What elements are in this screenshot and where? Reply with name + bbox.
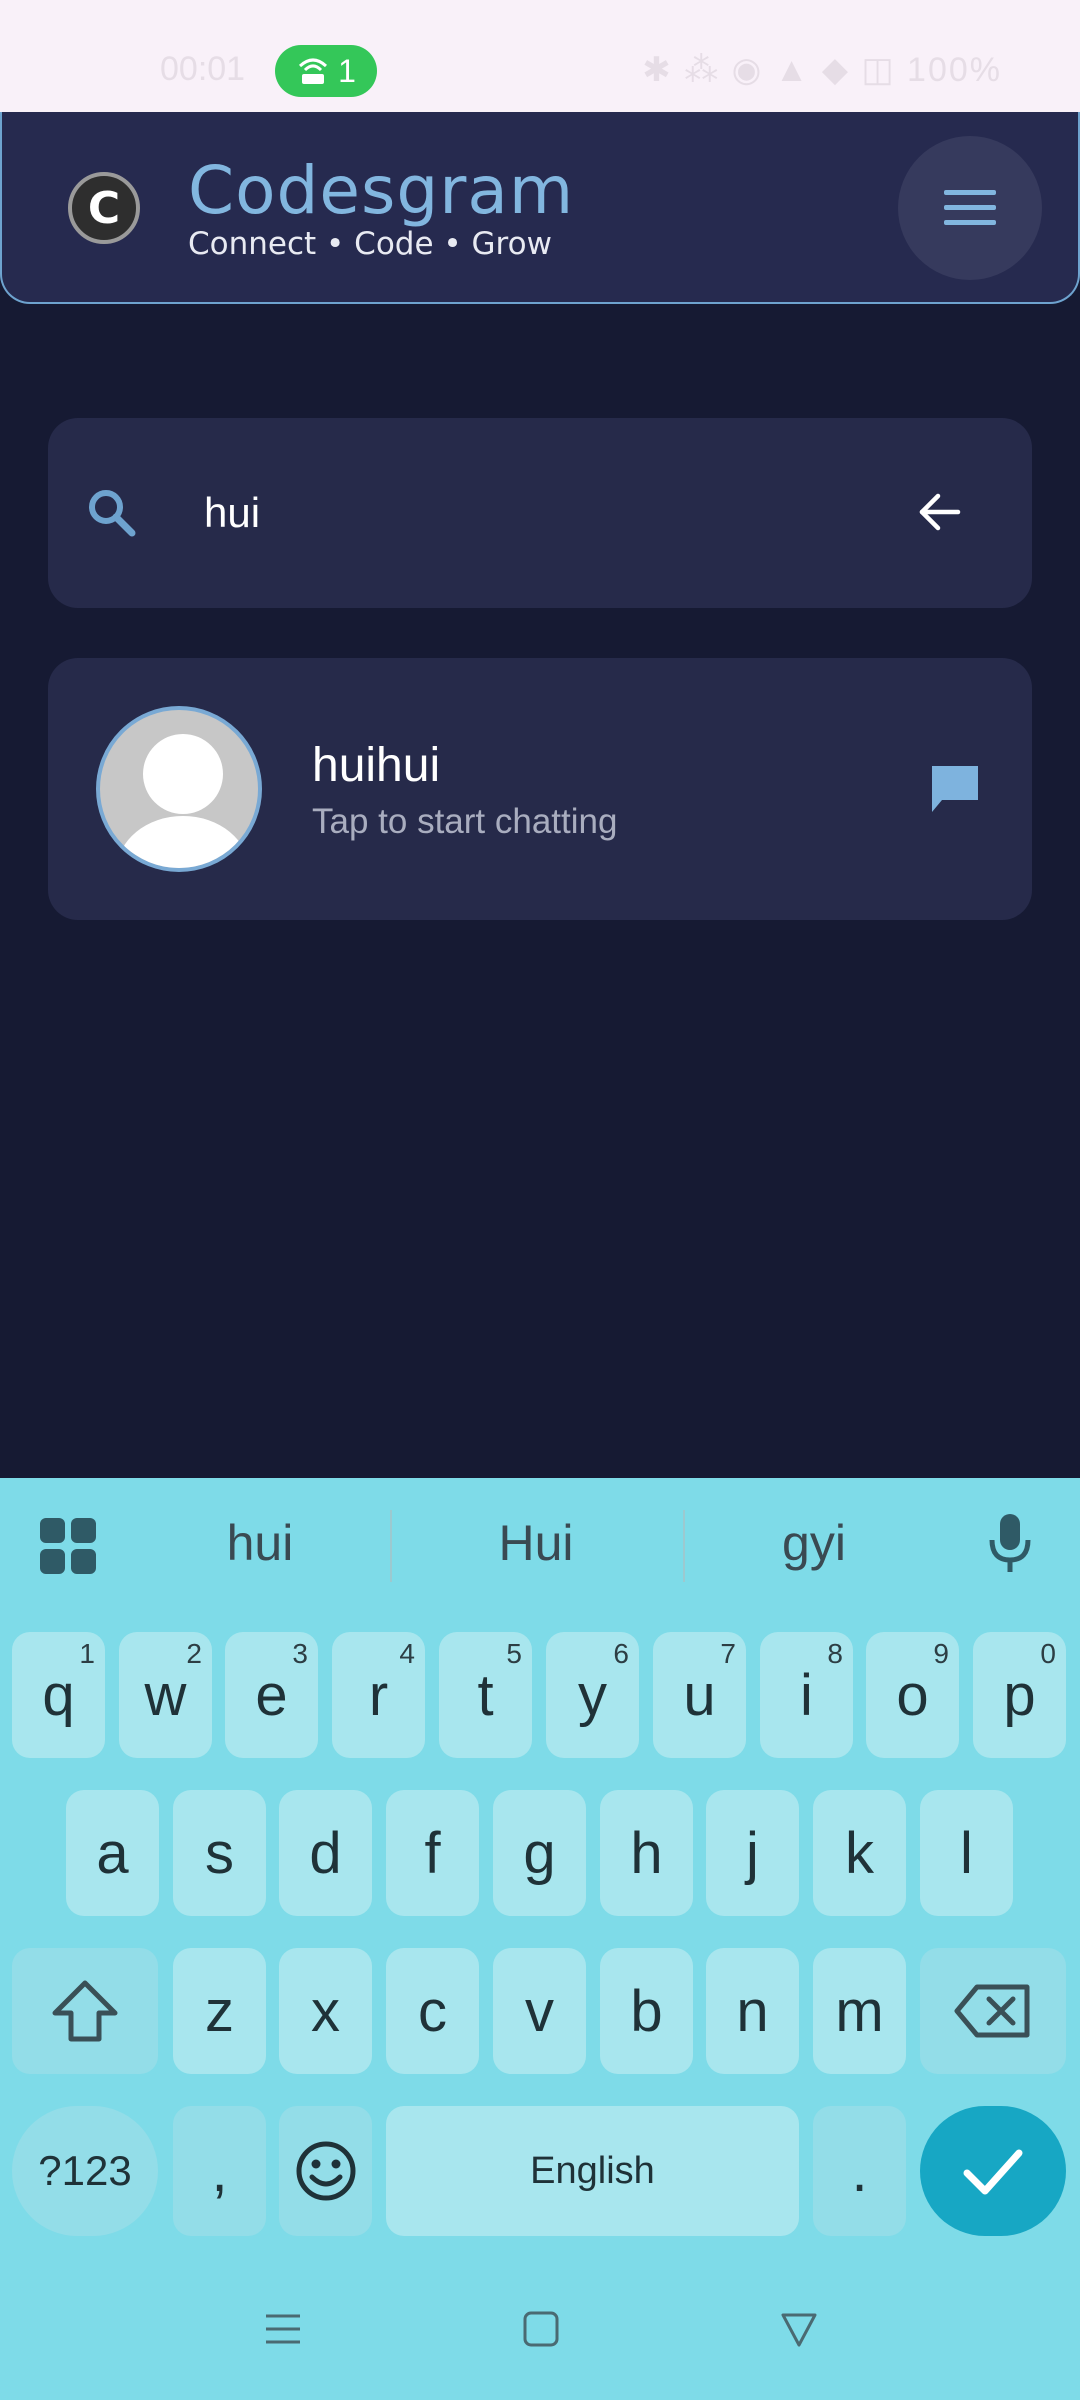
checkmark-icon [963,2149,1023,2195]
shift-key[interactable] [12,1948,158,2074]
key-z[interactable]: z [173,1948,266,2074]
chat-icon[interactable] [928,762,982,816]
status-icons: ✱ ⁂ ◉ ▲ ◆ ◫ 100% [642,51,1002,89]
apps-grid-icon[interactable] [38,1516,98,1576]
suggestion-2[interactable]: Hui [416,1514,656,1572]
user-hint: Tap to start chatting [312,802,618,841]
menu-button[interactable] [898,136,1042,280]
key-j[interactable]: j [706,1790,799,1916]
key-b[interactable]: b [600,1948,693,2074]
suggestion-divider [390,1510,392,1582]
app-subtitle: Connect • Code • Grow [188,226,552,262]
key-a[interactable]: a [66,1790,159,1916]
app-logo: C [68,172,140,244]
suggestion-3[interactable]: gyi [694,1514,934,1572]
hotspot-count: 1 [338,52,356,89]
key-w[interactable]: w2 [119,1632,212,1758]
key-m[interactable]: m [813,1948,906,2074]
comma-key[interactable]: , [173,2106,266,2236]
key-r[interactable]: r4 [332,1632,425,1758]
recents-icon[interactable] [264,2310,302,2348]
back-arrow-icon[interactable] [916,488,964,536]
search-input[interactable] [204,478,904,548]
key-i[interactable]: i8 [760,1632,853,1758]
app-title: Codesgram [188,152,575,229]
key-c[interactable]: c [386,1948,479,2074]
suggestion-divider [683,1510,685,1582]
key-l[interactable]: l [920,1790,1013,1916]
shift-icon [52,1980,118,2042]
navigation-bar [0,2260,1080,2400]
user-result-item[interactable]: huihui Tap to start chatting [48,658,1032,920]
enter-key[interactable] [920,2106,1066,2236]
key-f[interactable]: f [386,1790,479,1916]
key-p[interactable]: p0 [973,1632,1066,1758]
status-time: 00:01 [160,50,246,88]
emoji-icon [296,2141,355,2201]
user-name: huihui [312,739,441,792]
keyboard: hui Hui gyi q1 w2 e3 r4 t5 y6 u7 i8 o9 p… [0,1478,1080,2400]
suggestion-bar: hui Hui gyi [0,1478,1080,1608]
key-g[interactable]: g [493,1790,586,1916]
key-o[interactable]: o9 [866,1632,959,1758]
hotspot-badge: 1 [275,45,377,97]
search-bar [48,418,1032,608]
key-n[interactable]: n [706,1948,799,2074]
avatar [96,706,262,872]
key-x[interactable]: x [279,1948,372,2074]
hamburger-icon [944,190,996,225]
back-nav-icon[interactable] [780,2310,818,2348]
key-y[interactable]: y6 [546,1632,639,1758]
key-k[interactable]: k [813,1790,906,1916]
backspace-key[interactable] [920,1948,1066,2074]
key-s[interactable]: s [173,1790,266,1916]
search-icon [89,490,136,537]
space-key-label: English [530,2149,655,2192]
key-u[interactable]: u7 [653,1632,746,1758]
app-header: C Codesgram Connect • Code • Grow [0,112,1080,304]
suggestion-1[interactable]: hui [140,1514,380,1572]
hotspot-icon [299,58,328,84]
key-t[interactable]: t5 [439,1632,532,1758]
period-key[interactable]: . [813,2106,906,2236]
symbols-key[interactable]: ?123 [12,2106,158,2236]
key-d[interactable]: d [279,1790,372,1916]
home-icon[interactable] [522,2310,560,2348]
default-user-icon [117,734,249,868]
key-v[interactable]: v [493,1948,586,2074]
microphone-icon[interactable] [986,1512,1034,1576]
key-h[interactable]: h [600,1790,693,1916]
emoji-key[interactable] [279,2106,372,2236]
status-bar: 00:01 1 ✱ ⁂ ◉ ▲ ◆ ◫ 100% [0,0,1080,112]
key-q[interactable]: q1 [12,1632,105,1758]
backspace-icon [954,1984,1030,2038]
key-e[interactable]: e3 [225,1632,318,1758]
space-key[interactable]: English [386,2106,799,2236]
